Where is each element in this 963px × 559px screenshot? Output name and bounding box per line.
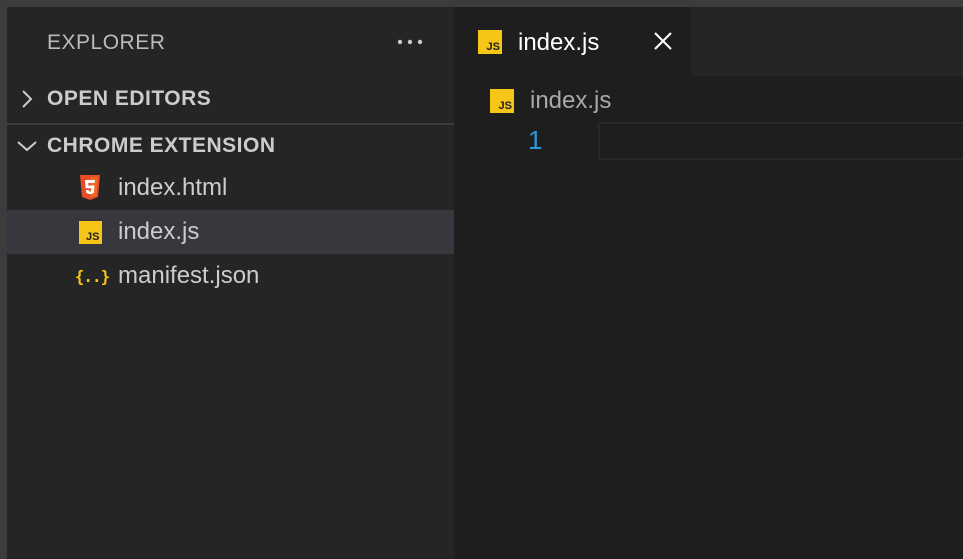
tab-bar: JS index.js (454, 7, 963, 76)
code-line-1[interactable] (598, 122, 963, 160)
json-icon: {..} (74, 263, 111, 289)
ellipsis-icon[interactable] (395, 27, 425, 57)
editor-area: JS index.js JS index.js 1 (454, 7, 963, 559)
window-frame: EXPLORER OPEN EDITORS CHROME EXTENSION i… (0, 0, 963, 559)
file-label: index.js (118, 218, 200, 245)
chevron-down-icon (17, 136, 37, 156)
json-glyph: {..} (74, 266, 111, 286)
html5-icon (77, 175, 103, 201)
file-item-index-js[interactable]: JS index.js (7, 210, 454, 254)
js-badge-text: JS (86, 230, 100, 243)
javascript-icon: JS (77, 219, 103, 245)
section-chrome-extension[interactable]: CHROME EXTENSION (7, 123, 454, 167)
explorer-title: EXPLORER (47, 31, 166, 54)
javascript-icon: JS (478, 30, 502, 54)
file-label: manifest.json (118, 262, 260, 289)
file-item-index-html[interactable]: index.html (7, 166, 454, 210)
file-item-manifest-json[interactable]: {..} manifest.json (7, 254, 454, 298)
section-open-editors[interactable]: OPEN EDITORS (7, 78, 454, 120)
file-label: index.html (118, 174, 228, 201)
breadcrumb-label: index.js (530, 87, 612, 114)
section-label-open-editors: OPEN EDITORS (47, 87, 212, 110)
js-badge-text: JS (498, 100, 512, 112)
explorer-sidebar: EXPLORER OPEN EDITORS CHROME EXTENSION i… (7, 7, 454, 559)
tab-label: index.js (518, 29, 600, 56)
javascript-icon: JS (490, 89, 514, 113)
close-icon[interactable] (651, 29, 675, 53)
tab-index-js[interactable]: JS index.js (454, 7, 691, 76)
breadcrumb[interactable]: JS index.js (490, 87, 611, 115)
chevron-right-icon (17, 89, 37, 109)
section-label-chrome-extension: CHROME EXTENSION (47, 134, 276, 157)
js-badge-text: JS (486, 41, 500, 53)
line-number: 1 (528, 125, 543, 155)
